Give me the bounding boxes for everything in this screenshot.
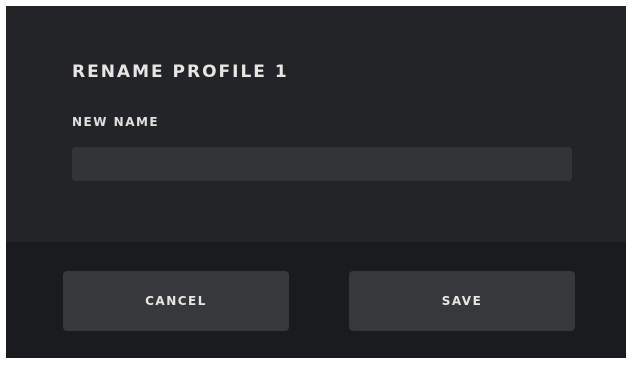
new-name-label: NEW NAME (72, 115, 160, 129)
dialog-title: RENAME PROFILE 1 (72, 62, 289, 82)
cancel-button[interactable]: CANCEL (63, 271, 289, 331)
save-button[interactable]: SAVE (349, 271, 575, 331)
new-name-input[interactable] (72, 147, 572, 181)
dialog-body: RENAME PROFILE 1 NEW NAME (6, 6, 626, 242)
rename-profile-dialog: RENAME PROFILE 1 NEW NAME CANCEL SAVE (6, 6, 626, 358)
dialog-footer: CANCEL SAVE (6, 242, 626, 358)
